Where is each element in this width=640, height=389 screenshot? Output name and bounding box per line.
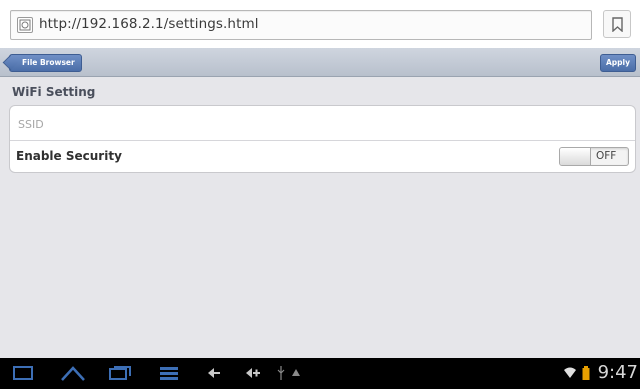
system-bar: 9:47 — [0, 358, 640, 389]
app-navbar: File Browser Apply — [0, 48, 640, 77]
notification-icon — [292, 369, 300, 376]
back-icon[interactable] — [12, 365, 34, 381]
toggle-state: OFF — [596, 150, 617, 162]
ssid-input[interactable] — [16, 114, 620, 134]
section-title: WiFi Setting — [12, 85, 96, 99]
url-text: http://192.168.2.1/settings.html — [39, 16, 259, 32]
usb-icon — [277, 366, 285, 380]
home-icon[interactable] — [60, 365, 86, 382]
bookmark-button[interactable] — [603, 10, 631, 38]
menu-icon[interactable] — [158, 365, 180, 381]
url-bar[interactable]: http://192.168.2.1/settings.html — [10, 10, 592, 40]
volume-down-icon[interactable] — [206, 365, 222, 381]
ssid-row — [10, 106, 635, 141]
recent-apps-icon[interactable] — [108, 365, 132, 381]
bookmark-icon — [612, 17, 623, 32]
wifi-settings-card: Enable Security OFF — [9, 105, 636, 173]
apply-button[interactable]: Apply — [599, 54, 636, 72]
volume-up-icon[interactable] — [244, 365, 262, 381]
browser-toolbar: http://192.168.2.1/settings.html — [0, 0, 640, 48]
security-toggle[interactable]: OFF — [559, 147, 629, 166]
settings-content: WiFi Setting Enable Security OFF — [0, 77, 640, 358]
file-browser-back-button[interactable]: File Browser — [9, 54, 82, 72]
battery-icon — [582, 366, 590, 380]
clock: 9:47 — [597, 362, 638, 383]
enable-security-label: Enable Security — [16, 149, 122, 163]
wifi-icon — [564, 367, 576, 378]
page-icon — [17, 17, 33, 33]
toggle-knob — [560, 148, 591, 165]
security-row: Enable Security OFF — [10, 140, 635, 173]
